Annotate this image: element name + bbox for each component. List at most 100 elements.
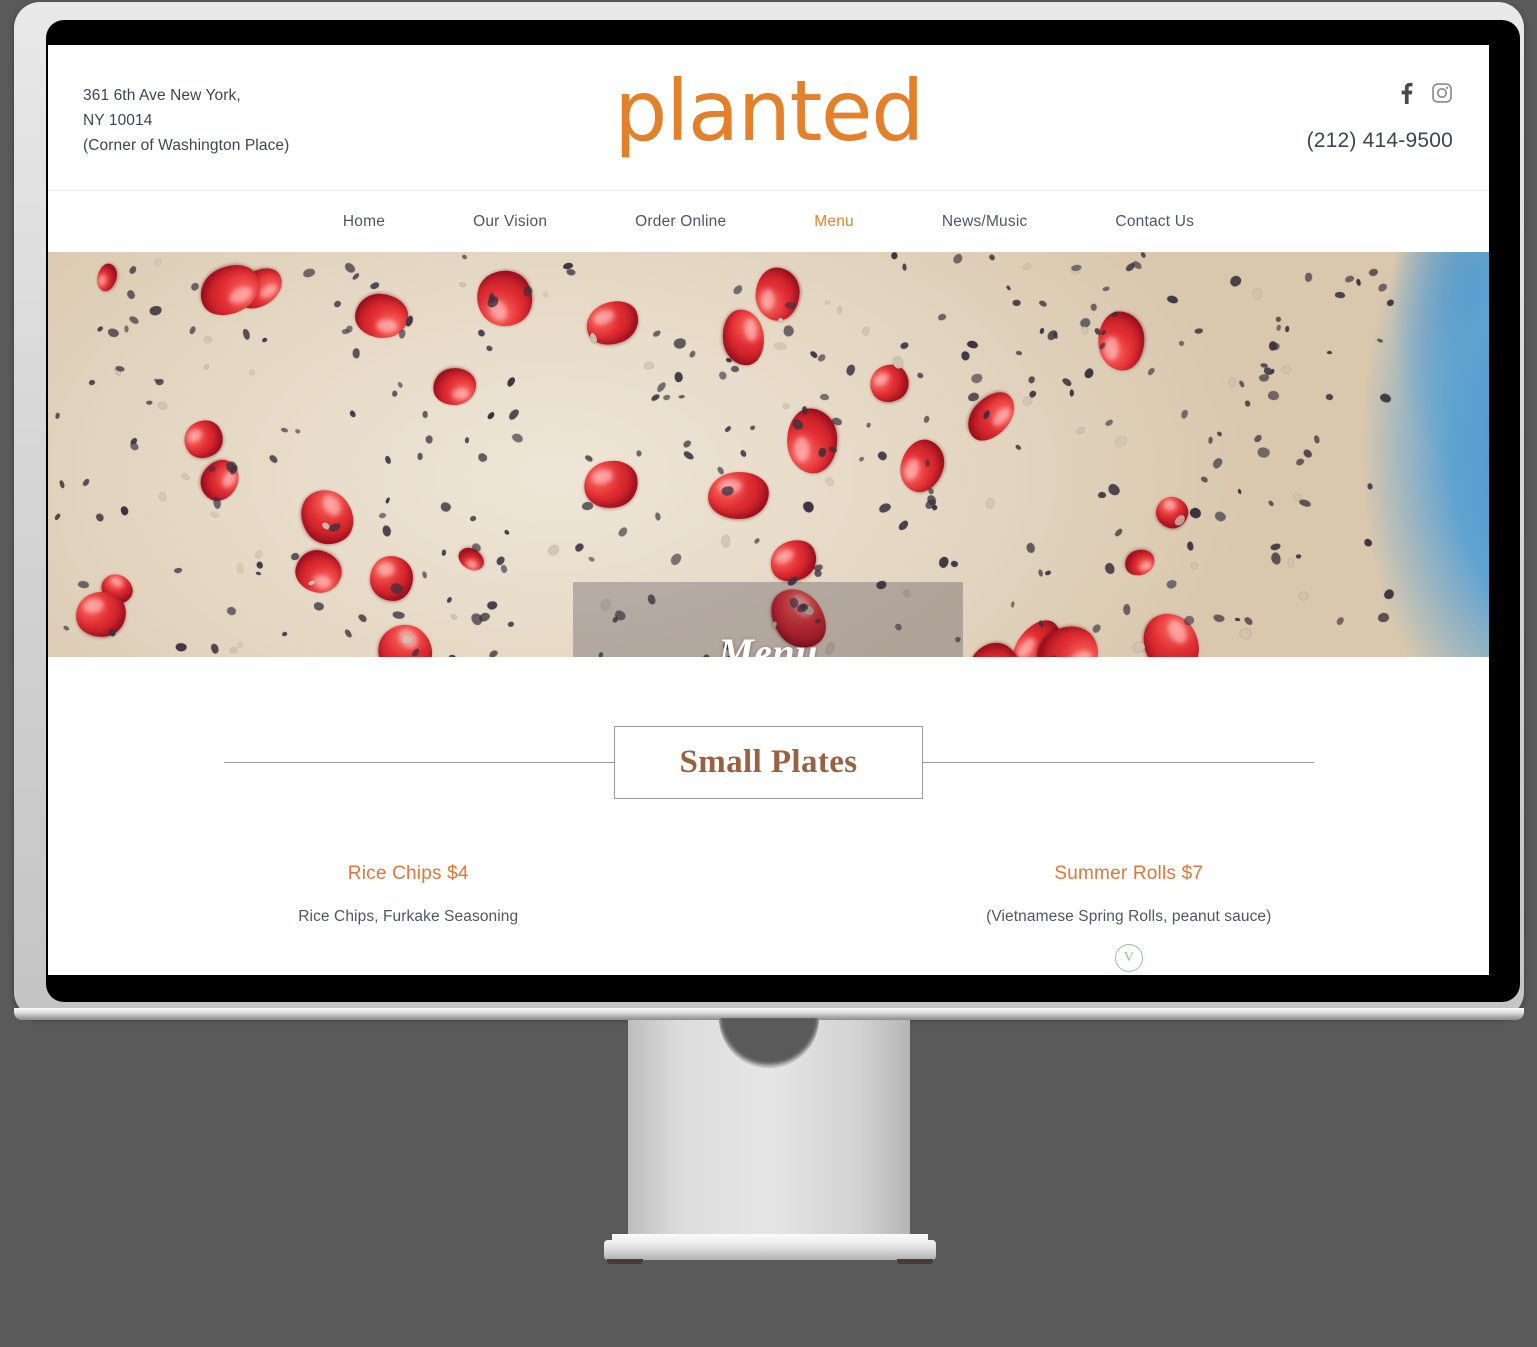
chia-seed bbox=[937, 555, 949, 569]
chia-seed bbox=[1104, 418, 1115, 428]
chia-seed bbox=[1210, 456, 1225, 471]
nav-item-contact-us[interactable]: Contact Us bbox=[1071, 213, 1238, 231]
instagram-icon[interactable] bbox=[1431, 82, 1453, 104]
chia-seed bbox=[1229, 377, 1237, 387]
chia-seed bbox=[985, 497, 996, 509]
chia-seed bbox=[1268, 390, 1281, 400]
chia-seed bbox=[739, 448, 748, 458]
chia-seed bbox=[348, 408, 357, 418]
chia-seed bbox=[1294, 457, 1305, 466]
chia-seed bbox=[916, 371, 925, 380]
pomegranate-seed bbox=[1097, 310, 1146, 372]
chia-seed bbox=[753, 537, 760, 545]
chia-seed bbox=[1298, 591, 1309, 601]
chia-seed bbox=[302, 267, 316, 279]
nav-item-home[interactable]: Home bbox=[299, 213, 429, 231]
chia-seed bbox=[1326, 393, 1335, 401]
chia-seed bbox=[783, 325, 794, 337]
chia-seed bbox=[1013, 300, 1021, 307]
chia-seed bbox=[54, 513, 61, 521]
hero-banner: Menu bbox=[48, 252, 1489, 657]
chia-seed bbox=[378, 512, 387, 519]
section-header: Small Plates bbox=[223, 725, 1314, 799]
nav-item-menu[interactable]: Menu bbox=[770, 213, 898, 231]
chia-seed bbox=[817, 353, 827, 363]
chia-seed bbox=[858, 456, 865, 463]
facebook-icon[interactable] bbox=[1400, 82, 1413, 104]
chia-seed bbox=[1382, 588, 1397, 602]
chia-seed bbox=[1270, 542, 1281, 551]
chia-seed bbox=[128, 314, 141, 325]
chia-seed bbox=[189, 325, 197, 335]
chia-seed bbox=[902, 263, 908, 271]
chia-seed bbox=[731, 283, 744, 297]
chia-seed bbox=[1304, 272, 1313, 283]
chia-seed bbox=[253, 548, 264, 559]
chia-seed bbox=[800, 499, 816, 515]
menu-item-name[interactable]: Summer Rolls $7 bbox=[809, 863, 1450, 885]
chia-seed bbox=[503, 528, 510, 536]
hero-title-overlay: Menu bbox=[573, 582, 963, 657]
chia-seed bbox=[655, 380, 668, 394]
chia-seed bbox=[209, 642, 220, 654]
chia-seed bbox=[145, 400, 153, 405]
chia-seed bbox=[1281, 365, 1291, 375]
chia-seed bbox=[688, 349, 697, 359]
chia-seed bbox=[1177, 339, 1185, 347]
pomegranate-seed bbox=[705, 469, 771, 522]
chia-seed bbox=[293, 428, 301, 435]
chia-seed bbox=[1083, 366, 1096, 380]
chia-seed bbox=[1069, 389, 1074, 397]
nav-item-our-vision[interactable]: Our Vision bbox=[429, 213, 591, 231]
chia-seed bbox=[543, 290, 549, 297]
chia-seed bbox=[899, 341, 910, 350]
chia-seed bbox=[1301, 448, 1313, 460]
chia-seed bbox=[1385, 298, 1395, 308]
phone-number[interactable]: (212) 414-9500 bbox=[1307, 129, 1453, 153]
nav-item-news-music[interactable]: News/Music bbox=[898, 213, 1072, 231]
chia-seed bbox=[485, 410, 496, 421]
nav-item-order-online[interactable]: Order Online bbox=[591, 213, 770, 231]
chia-seed bbox=[55, 412, 61, 420]
chia-seed bbox=[154, 258, 162, 268]
chia-seed bbox=[439, 501, 452, 513]
chia-seed bbox=[824, 475, 836, 488]
chia-seed bbox=[655, 512, 662, 522]
chia-seed bbox=[127, 264, 138, 275]
chia-seed bbox=[1044, 570, 1051, 577]
chia-seed bbox=[819, 394, 830, 401]
chia-seed bbox=[1166, 294, 1180, 305]
chia-seed bbox=[506, 407, 520, 422]
menu-item: Rice Chips $4 Rice Chips, Furkake Season… bbox=[48, 863, 769, 972]
chia-seed bbox=[332, 299, 342, 309]
chia-seed bbox=[351, 271, 361, 281]
site-logo[interactable]: planted bbox=[48, 69, 1489, 153]
chia-seed bbox=[487, 648, 499, 657]
chia-seed bbox=[1257, 447, 1270, 459]
chia-seed bbox=[1215, 430, 1223, 438]
menu-item-name[interactable]: Rice Chips $4 bbox=[88, 863, 729, 885]
chia-seed bbox=[1113, 527, 1124, 538]
chia-seed bbox=[1378, 392, 1392, 405]
section-title: Small Plates bbox=[679, 743, 858, 780]
chia-seed bbox=[1362, 537, 1374, 548]
menu-items-grid: Rice Chips $4 Rice Chips, Furkake Season… bbox=[48, 863, 1489, 972]
chia-seed bbox=[1368, 268, 1379, 278]
chia-seed bbox=[1010, 601, 1015, 608]
chia-seed bbox=[352, 347, 360, 358]
pomegranate-seed bbox=[176, 413, 230, 466]
chia-seed bbox=[204, 336, 213, 343]
chia-seed bbox=[749, 425, 757, 432]
chia-seed bbox=[950, 560, 959, 568]
chia-seed bbox=[1021, 263, 1031, 271]
pomegranate-seed bbox=[368, 555, 415, 603]
chia-seed bbox=[450, 613, 458, 621]
chia-seed bbox=[966, 391, 980, 403]
chia-seed bbox=[510, 432, 524, 444]
pomegranate-seed bbox=[893, 434, 951, 498]
chia-seed bbox=[1267, 499, 1275, 507]
chia-seed bbox=[588, 556, 595, 563]
chia-seed bbox=[1091, 622, 1103, 635]
chia-seed bbox=[268, 453, 280, 465]
chia-seed bbox=[1076, 426, 1086, 434]
